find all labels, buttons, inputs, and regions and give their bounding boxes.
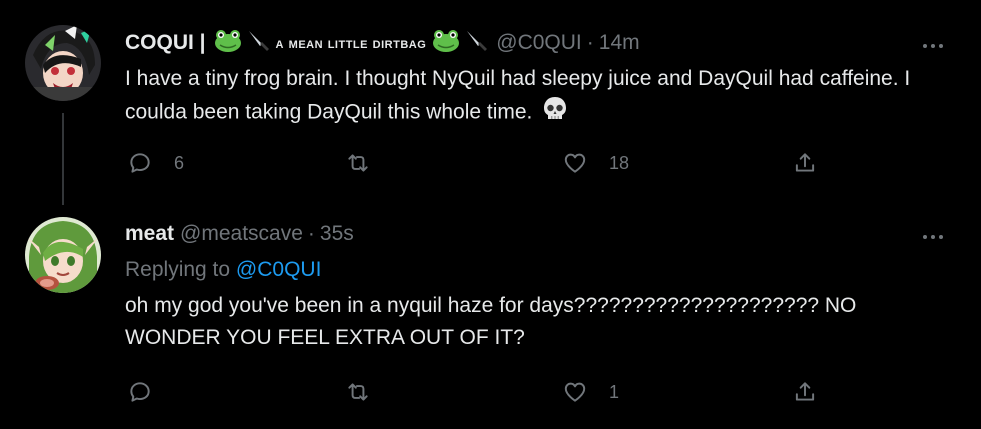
share-icon <box>795 153 815 172</box>
heart-icon <box>564 382 586 402</box>
retweet-button[interactable] <box>345 148 392 178</box>
frog-emoji <box>214 28 242 58</box>
retweet-button[interactable] <box>345 377 392 407</box>
retweet-icon <box>348 154 368 172</box>
thread-connector <box>62 113 64 205</box>
tweet-text-content: oh my god you've been in a nyquil haze f… <box>125 294 857 349</box>
heart-icon <box>564 153 586 173</box>
separator-dot: · <box>586 31 594 54</box>
share-button[interactable] <box>792 377 818 407</box>
share-icon <box>795 382 815 401</box>
more-horizontal-icon[interactable] <box>920 227 946 247</box>
retweet-icon <box>348 383 368 401</box>
tweet-actions: 1 <box>125 377 825 407</box>
like-button[interactable]: 1 <box>562 377 619 407</box>
frog-emoji <box>432 28 460 58</box>
tweet-actions: 6 18 <box>125 148 825 178</box>
tweet-header: COQUI | a mean little dirtbag @C0QUI · 1… <box>125 30 640 56</box>
reply-bubble-icon <box>130 153 150 173</box>
timestamp[interactable]: 35s <box>320 222 354 246</box>
replying-prefix: Replying to <box>125 258 231 281</box>
avatar-coqui-image <box>25 25 101 101</box>
tweet-text: I have a tiny frog brain. I thought NyQu… <box>125 63 955 131</box>
like-count: 18 <box>609 152 630 173</box>
avatar-meat-image <box>25 217 101 293</box>
reply-bubble-icon <box>130 382 150 402</box>
tweet-coqui[interactable]: COQUI | a mean little dirtbag @C0QUI · 1… <box>0 0 981 205</box>
reply-button[interactable] <box>127 377 174 407</box>
handle[interactable]: @C0QUI <box>496 31 582 55</box>
tweet-header: meat @meatscave · 35s <box>125 221 354 247</box>
reply-count: 6 <box>174 152 185 173</box>
reply-button[interactable]: 6 <box>127 148 184 178</box>
share-button[interactable] <box>792 148 818 178</box>
tweet-text-content: I have a tiny frog brain. I thought NyQu… <box>125 67 911 124</box>
tweet-meat[interactable]: meat @meatscave · 35s Replying to @C0QUI… <box>0 205 981 429</box>
knife-emoji <box>464 28 488 58</box>
knife-emoji <box>246 28 270 58</box>
separator-dot: · <box>307 222 315 245</box>
handle[interactable]: @meatscave <box>180 222 303 246</box>
like-button[interactable]: 18 <box>562 148 629 178</box>
more-horizontal-icon[interactable] <box>920 36 946 56</box>
display-name[interactable]: meat <box>125 222 174 246</box>
skull-emoji <box>542 95 568 131</box>
tweet-text: oh my god you've been in a nyquil haze f… <box>125 290 955 354</box>
replying-mention-link[interactable]: @C0QUI <box>236 258 322 281</box>
like-count: 1 <box>609 381 620 402</box>
avatar-meat[interactable] <box>25 217 101 293</box>
display-name[interactable]: COQUI | <box>125 31 206 55</box>
replying-to: Replying to @C0QUI <box>125 258 321 282</box>
display-name-tail: a mean little dirtbag <box>275 34 427 52</box>
timestamp[interactable]: 14m <box>599 31 640 55</box>
avatar-coqui[interactable] <box>25 25 101 101</box>
